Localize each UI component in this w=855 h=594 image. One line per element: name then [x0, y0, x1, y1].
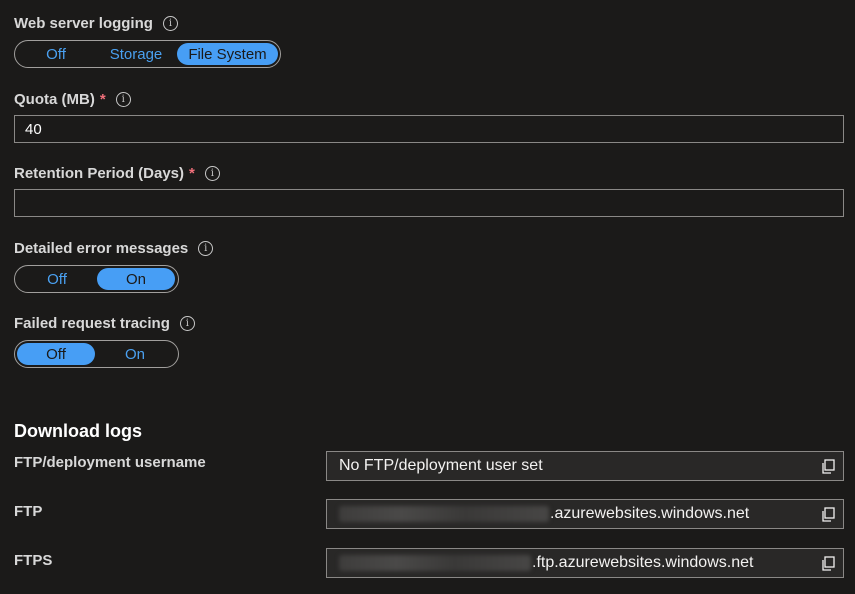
required-indicator: * [189, 165, 195, 182]
ftp-field[interactable]: .azurewebsites.windows.net [326, 499, 844, 529]
copy-icon[interactable] [821, 556, 835, 571]
info-icon[interactable]: i [204, 166, 220, 181]
web-server-logging-off-option[interactable]: Off [17, 43, 95, 65]
detailed-errors-off-option[interactable]: Off [17, 268, 97, 290]
redacted-hostname [339, 555, 531, 571]
info-icon[interactable]: i [162, 16, 178, 31]
quota-input[interactable] [14, 115, 844, 143]
ftps-label: FTPS [14, 552, 53, 569]
ftp-value-suffix: .azurewebsites.windows.net [550, 505, 750, 522]
copy-icon[interactable] [821, 507, 835, 522]
info-icon[interactable]: i [115, 92, 131, 107]
detailed-error-messages-toggle: Off On [14, 265, 179, 293]
web-server-logging-toggle: Off Storage File System [14, 40, 281, 68]
detailed-errors-on-option[interactable]: On [97, 268, 175, 290]
failed-request-tracing-toggle: Off On [14, 340, 179, 368]
failed-request-tracing-label: Failed request tracing i [14, 315, 195, 332]
web-server-logging-storage-option[interactable]: Storage [95, 43, 177, 65]
ftp-label: FTP [14, 503, 43, 520]
web-server-logging-label: Web server logging i [14, 15, 178, 32]
copy-icon[interactable] [821, 459, 835, 474]
download-logs-heading: Download logs [14, 421, 142, 441]
web-server-logging-filesystem-option[interactable]: File System [177, 43, 278, 65]
ftps-field[interactable]: .ftp.azurewebsites.windows.net [326, 548, 844, 578]
detailed-error-messages-label: Detailed error messages i [14, 240, 214, 257]
ftp-username-value: No FTP/deployment user set [339, 457, 543, 474]
retention-period-label: Retention Period (Days) * i [14, 165, 220, 182]
info-icon[interactable]: i [179, 316, 195, 331]
info-icon[interactable]: i [198, 241, 214, 256]
ftp-username-field[interactable]: No FTP/deployment user set [326, 451, 844, 481]
quota-label: Quota (MB) * i [14, 91, 131, 108]
ftps-value-suffix: .ftp.azurewebsites.windows.net [532, 554, 754, 571]
required-indicator: * [99, 91, 106, 108]
retention-period-input[interactable] [14, 189, 844, 217]
redacted-hostname [339, 506, 549, 522]
failed-tracing-on-option[interactable]: On [95, 343, 175, 365]
failed-tracing-off-option[interactable]: Off [17, 343, 95, 365]
ftp-username-label: FTP/deployment username [14, 454, 206, 471]
